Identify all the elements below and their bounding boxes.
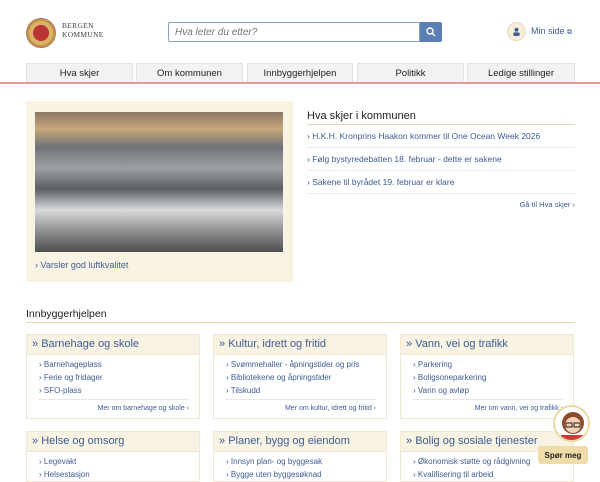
search-icon — [426, 27, 436, 37]
category-link-label: Svømmehaller - åpningstider og pris — [230, 360, 360, 369]
nav-ledige-stillinger[interactable]: Ledige stillinger — [467, 63, 575, 82]
category-title-label: Planer, bygg og eiendom — [228, 435, 350, 447]
category-link-label: Legevakt — [43, 457, 77, 466]
news-item-label: Følg bystyredebatten 18. februar - dette… — [312, 154, 502, 164]
min-side-link[interactable]: Min side ⧉ — [531, 26, 572, 37]
category-card: » Helse og omsorg › Legevakt › Helsestasj… — [26, 431, 200, 482]
category-more-link[interactable]: Mer om barnehage og skole › — [39, 399, 189, 418]
chat-button[interactable]: Spør meg — [538, 446, 588, 464]
category-link-label: Boligsoneparkering — [417, 373, 487, 382]
news-title: Hva skjer i kommunen — [307, 110, 416, 122]
news-item-label: Sakene til byrådet 19. februar er klare — [312, 177, 455, 187]
feature-link-label: Varsler god luftkvalitet — [40, 260, 129, 270]
external-link-icon: ⧉ — [567, 29, 573, 36]
category-card: » Planer, bygg og eiendom › Innsyn plan-… — [213, 431, 387, 482]
category-link-label: SFO-plass — [43, 386, 82, 395]
news-item[interactable]: › Sakene til byrådet 19. februar er klar… — [307, 171, 575, 194]
category-link-label: Parkering — [417, 360, 453, 369]
category-card-title[interactable]: » Helse og omsorg — [27, 432, 199, 452]
search-input[interactable] — [168, 22, 420, 42]
help-title: Innbyggerhjelpen — [26, 308, 107, 320]
chatbot-avatar[interactable] — [553, 405, 590, 442]
category-link[interactable]: › Ferie og fridager — [39, 371, 187, 384]
nav-politikk[interactable]: Politikk — [357, 63, 464, 82]
category-title-label: Bolig og sosiale tjenester — [415, 435, 538, 447]
category-title-label: Helse og omsorg — [41, 435, 125, 447]
category-link[interactable]: › Kvalifisering til arbeid — [413, 468, 561, 481]
category-card: » Vann, vei og trafikk › Parkering › Boli… — [400, 334, 574, 419]
logo-line2: KOMMUNE — [62, 30, 104, 39]
nav-om-kommunen[interactable]: Om kommunen — [136, 63, 243, 82]
category-link-label: Kvalifisering til arbeid — [417, 470, 494, 479]
category-link-label: Tilskudd — [230, 386, 261, 395]
city-photo[interactable] — [35, 112, 283, 252]
search-button[interactable] — [420, 22, 442, 42]
logo-line1: BERGEN — [62, 21, 94, 30]
category-link[interactable]: › Bygge uten byggesøknad — [226, 468, 374, 481]
news-more-link[interactable]: Gå til Hva skjer › — [520, 200, 575, 209]
category-card-title[interactable]: » Barnehage og skole — [27, 335, 199, 355]
category-link-label: Bygge uten byggesøknad — [230, 470, 322, 479]
category-card-title[interactable]: » Planer, bygg og eiendom — [214, 432, 386, 452]
category-link[interactable]: › SFO-plass — [39, 384, 187, 397]
category-link-label: Helsestasjon — [43, 470, 90, 479]
category-link-label: Ferie og fridager — [43, 373, 103, 382]
nav-divider — [0, 82, 600, 84]
category-link[interactable]: › Svømmehaller - åpningstider og pris — [226, 358, 374, 371]
user-icon[interactable] — [507, 22, 526, 41]
category-title-label: Kultur, idrett og fritid — [228, 338, 327, 350]
logo-text[interactable]: BERGEN KOMMUNE — [62, 21, 104, 39]
bergen-kommune-logo[interactable] — [26, 18, 56, 48]
category-link-label: Bibliotekene og åpningstider — [230, 373, 332, 382]
category-link-label: Innsyn plan- og byggesak — [230, 457, 323, 466]
category-card: » Barnehage og skole › Barnehageplass › F… — [26, 334, 200, 419]
feature-link[interactable]: › Varsler god luftkvalitet — [35, 260, 128, 270]
nav-innbyggerhjelpen[interactable]: Innbyggerhjelpen — [247, 63, 353, 82]
category-link-label: Vann og avløp — [417, 386, 469, 395]
category-card-title[interactable]: » Vann, vei og trafikk — [401, 335, 573, 355]
category-link[interactable]: › Bibliotekene og åpningstider — [226, 371, 374, 384]
category-card: » Kultur, idrett og fritid › Svømmehalle… — [213, 334, 387, 419]
category-link[interactable]: › Barnehageplass — [39, 358, 187, 371]
category-more-link[interactable]: Mer om vann, vei og trafikk › — [413, 399, 563, 418]
category-link-label: Økonomisk støtte og rådgivning — [417, 457, 531, 466]
category-link[interactable]: › Innsyn plan- og byggesak — [226, 455, 374, 468]
category-link[interactable]: › Vann og avløp — [413, 384, 561, 397]
news-item[interactable]: › H.K.H. Kronprins Haakon kommer til One… — [307, 125, 575, 148]
category-more-link[interactable]: Mer om kultur, idrett og fritid › — [226, 399, 376, 418]
category-link[interactable]: › Parkering — [413, 358, 561, 371]
nav-hva-skjer[interactable]: Hva skjer — [26, 63, 133, 82]
category-link[interactable]: › Legevakt — [39, 455, 187, 468]
category-link[interactable]: › Tilskudd — [226, 384, 374, 397]
category-title-label: Vann, vei og trafikk — [415, 338, 508, 350]
news-item-label: H.K.H. Kronprins Haakon kommer til One O… — [312, 131, 541, 141]
category-link[interactable]: › Helsestasjon — [39, 468, 187, 481]
min-side-label: Min side — [531, 26, 565, 36]
category-card-title[interactable]: » Kultur, idrett og fritid — [214, 335, 386, 355]
news-item[interactable]: › Følg bystyredebatten 18. februar - det… — [307, 148, 575, 171]
category-title-label: Barnehage og skole — [41, 338, 140, 350]
category-link[interactable]: › Boligsoneparkering — [413, 371, 561, 384]
help-rule — [26, 322, 575, 323]
category-link-label: Barnehageplass — [43, 360, 102, 369]
